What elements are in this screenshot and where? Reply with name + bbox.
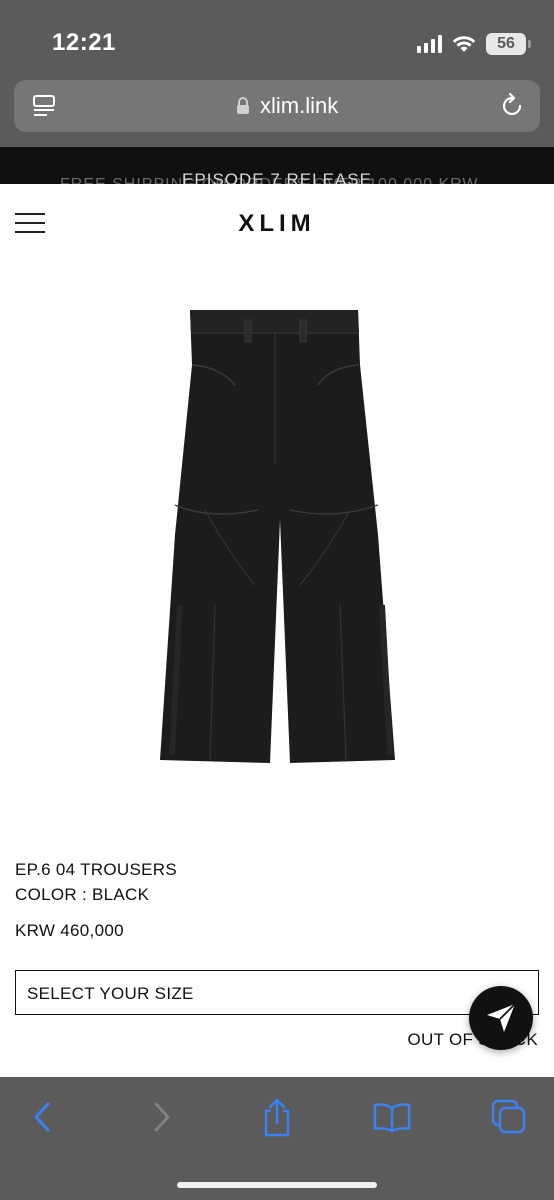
product-color: COLOR : BLACK [15,885,150,904]
url-text[interactable]: xlim.link [260,93,338,119]
size-select-label: SELECT YOUR SIZE [27,984,194,1003]
send-message-button[interactable] [469,986,533,1050]
tabs-icon[interactable] [489,1097,529,1137]
site-header: XLIM [0,184,554,264]
paper-plane-icon [487,1003,516,1032]
battery-level: 56 [497,35,515,52]
reload-icon[interactable] [498,92,526,120]
product-name: EP.6 04 TROUSERS [15,860,177,879]
home-indicator[interactable] [177,1182,377,1188]
share-icon[interactable] [257,1097,297,1137]
back-icon[interactable] [22,1097,62,1137]
address-bar[interactable]: xlim.link [14,80,540,132]
announcement-text: EPISODE 7 RELEASE [182,170,372,184]
product-price: KRW 460,000 [15,921,124,940]
product-image[interactable] [150,305,410,765]
bookmarks-icon[interactable] [372,1097,412,1137]
battery-icon: 56 [486,33,531,55]
site-logo[interactable]: XLIM [0,210,554,238]
forward-icon[interactable] [142,1097,182,1137]
lock-icon [237,97,249,114]
wifi-icon [452,36,476,52]
announcement-bar[interactable]: FREE SHIPPING ON ORDERS OVER 100,000 KRW… [0,147,554,184]
signal-icon [417,35,442,53]
status-icons: 56 [417,32,531,56]
browser-top-chrome: 12:21 56 xlim.link [0,0,554,147]
status-time: 12:21 [52,29,116,56]
size-select[interactable]: SELECT YOUR SIZE [15,970,539,1015]
reader-icon[interactable] [32,94,56,118]
